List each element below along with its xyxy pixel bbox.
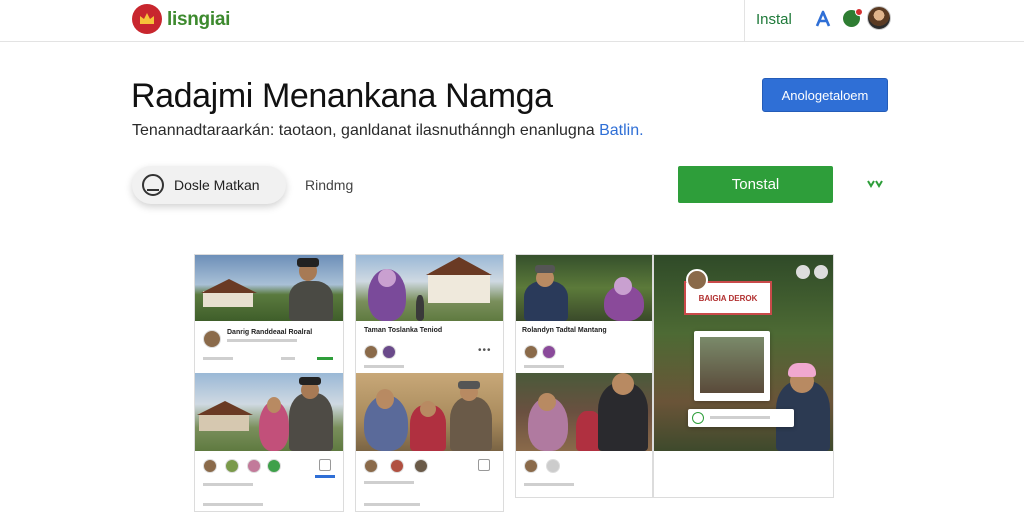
screenshot-3[interactable]: Rolandyn Tadtal Mantang [515,254,653,498]
chevron-down-icon[interactable] [866,179,884,189]
notification-badge [855,8,863,16]
app-logo[interactable] [132,4,162,34]
post-card [195,451,343,511]
user-avatar[interactable] [867,6,891,30]
close-icon[interactable] [796,265,810,279]
screenshot-photo [356,373,503,451]
more-icon[interactable]: ••• [478,345,492,356]
brand-name[interactable]: lisngiai [167,9,230,31]
translate-icon[interactable] [814,9,832,29]
subtitle-text: Tenannadtaraarkán: taotaon, ganldanat il… [132,122,595,139]
avatar [203,330,221,348]
share-icon[interactable] [478,459,490,471]
screenshot-photo: BAIGIA DEROK [654,255,833,451]
subtitle-link[interactable]: Batlin. [599,122,643,139]
post-title: Rolandyn Tadtal Mantang [522,327,607,334]
chat-pill-button[interactable]: Dosle Matkan [132,166,286,204]
post-card [356,451,503,511]
caption-card [688,409,794,427]
top-install-link[interactable]: Instal [756,11,792,28]
share-icon[interactable] [319,459,331,471]
notification-icon[interactable] [843,8,863,27]
post-title: Taman Toslanka Teniod [364,327,443,334]
screenshot-2[interactable]: Taman Toslanka Teniod ••• [355,254,504,512]
post-card: Taman Toslanka Teniod ••• [356,321,503,373]
primary-cta-button[interactable]: Anologetaloem [762,78,888,112]
post-card [516,451,652,497]
page-subtitle: Tenannadtaraarkán: taotaon, ganldanat il… [132,122,644,140]
post-title: Danrig Randdeaal Roalral [227,329,313,336]
screenshot-photo [195,373,343,451]
screenshot-photo [516,373,652,451]
rating-link[interactable]: Rindmg [305,177,353,193]
top-bar: lisngiai Instal [0,0,1024,42]
post-card: Danrig Randdeaal Roalral [195,321,343,373]
install-button[interactable]: Tonstal [678,166,833,203]
photo-card [694,331,770,401]
post-card [654,451,833,497]
post-card: Rolandyn Tadtal Mantang [516,321,652,373]
chat-icon [142,174,164,196]
crown-icon [140,13,154,24]
screenshot-1[interactable]: Danrig Randdeaal Roalral [194,254,344,512]
pill-label: Dosle Matkan [174,177,260,193]
screenshot-gallery: Danrig Randdeaal Roalral Taman Toslanka … [194,254,834,512]
top-divider [744,0,745,42]
page-title: Radajmi Menankana Namga [131,77,553,115]
screenshot-photo [516,255,652,321]
screenshot-4[interactable]: BAIGIA DEROK [653,254,834,498]
menu-icon[interactable] [814,265,828,279]
screenshot-photo [356,255,503,321]
screenshot-photo [195,255,343,321]
